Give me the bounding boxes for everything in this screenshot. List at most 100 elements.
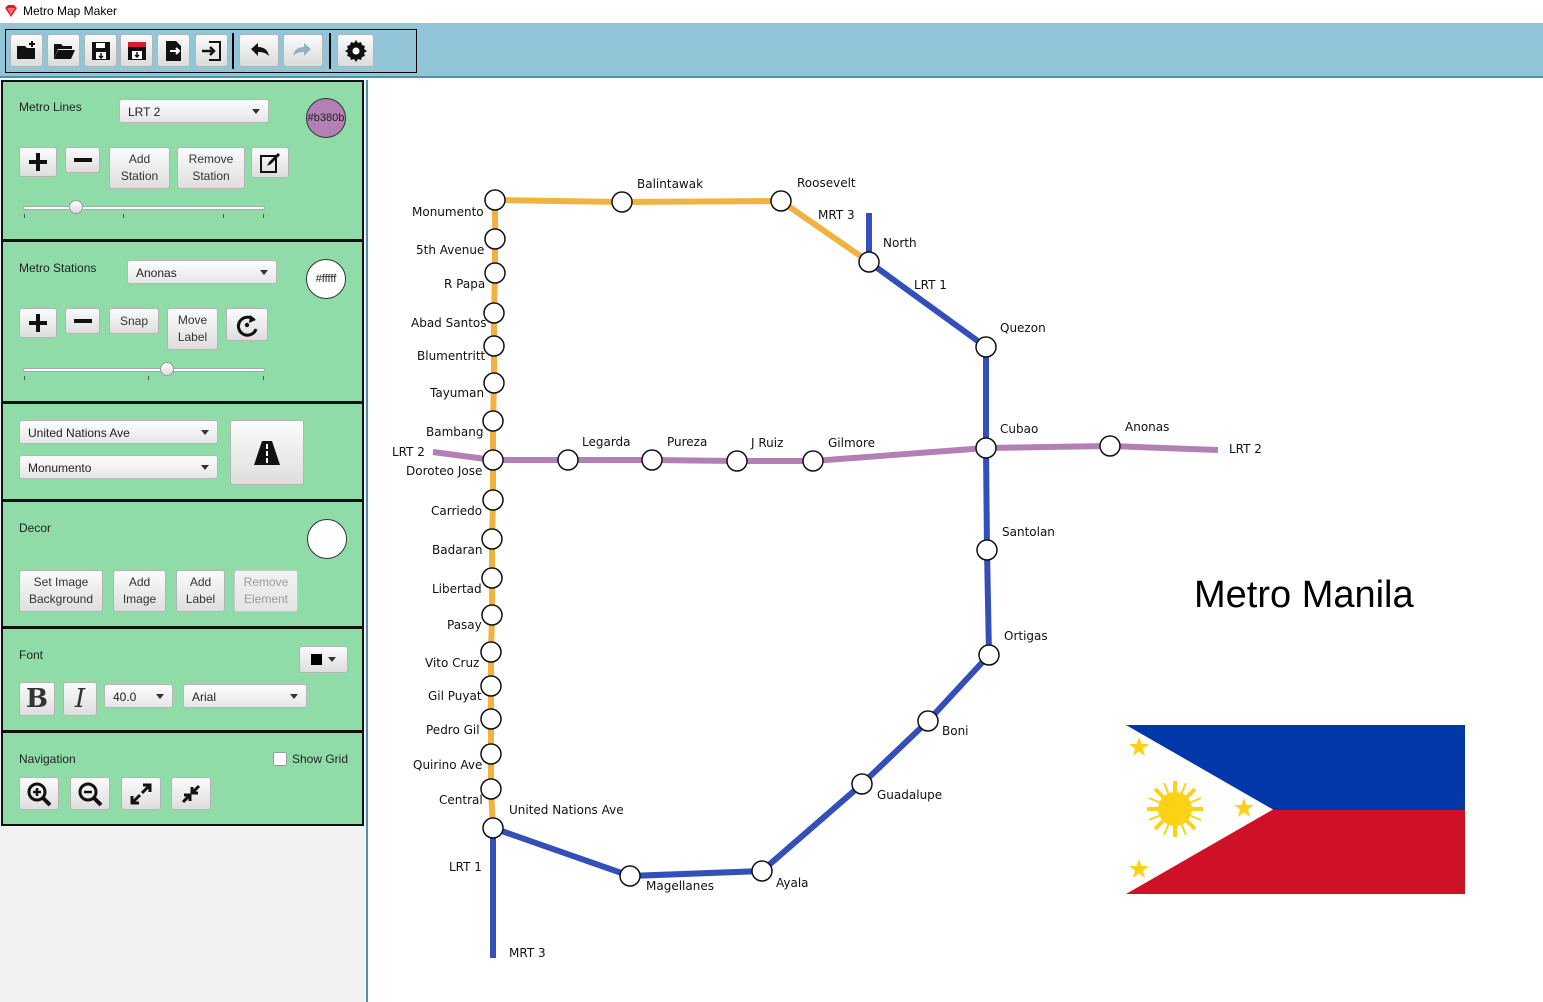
station-marker[interactable] (978, 644, 1000, 666)
station-marker[interactable] (482, 817, 504, 839)
add-line-button[interactable] (19, 147, 57, 177)
italic-button[interactable]: I (63, 682, 97, 716)
station-label[interactable]: Gilmore (828, 436, 875, 450)
export-button[interactable] (157, 34, 190, 67)
station-label[interactable]: Anonas (1125, 420, 1169, 434)
line-end-label[interactable]: LRT 2 (392, 445, 425, 459)
station-marker[interactable] (751, 860, 773, 882)
station-label[interactable]: Quirino Ave (413, 758, 482, 772)
station-marker[interactable] (641, 449, 663, 471)
line-color-picker[interactable]: #b380b (306, 98, 346, 138)
increase-map-size-button[interactable] (121, 777, 161, 810)
font-size-select[interactable]: 40.0 (104, 684, 173, 708)
undo-button[interactable] (239, 34, 279, 67)
move-label-button[interactable]: Move Label (167, 308, 218, 350)
station-marker[interactable] (975, 336, 997, 358)
station-marker[interactable] (480, 641, 502, 663)
station-label[interactable]: Balintawak (637, 177, 703, 191)
station-marker[interactable] (482, 489, 504, 511)
zoom-in-button[interactable] (19, 777, 59, 810)
station-label[interactable]: Doroteo Jose (406, 464, 482, 478)
remove-element-button[interactable]: Remove Element (234, 570, 298, 612)
station-marker[interactable] (1099, 435, 1121, 457)
map-canvas[interactable]: Monumento Balintawak Roosevelt North Que… (366, 80, 1543, 1002)
station-marker[interactable] (917, 710, 939, 732)
metro-station-select[interactable]: Anonas (127, 260, 277, 284)
station-marker[interactable] (557, 449, 579, 471)
station-marker[interactable] (858, 251, 880, 273)
station-marker[interactable] (975, 437, 997, 459)
station-label[interactable]: Tayuman (429, 386, 484, 400)
station-marker[interactable] (770, 190, 792, 212)
metro-line-select[interactable]: LRT 2 (119, 99, 269, 123)
slider-thumb[interactable] (68, 200, 83, 214)
save-as-button[interactable] (120, 34, 153, 67)
edit-line-button[interactable] (251, 147, 289, 178)
line-end-label[interactable]: LRT 1 (449, 860, 482, 874)
station-label[interactable]: Vito Cruz (425, 656, 479, 670)
station-label[interactable]: North (883, 236, 917, 250)
show-grid-checkbox[interactable] (273, 752, 287, 766)
station-label[interactable]: Pedro Gil (426, 723, 480, 737)
station-label[interactable]: Legarda (582, 435, 631, 449)
station-label[interactable]: Monumento (412, 205, 484, 219)
station-label[interactable]: United Nations Ave (509, 803, 624, 817)
station-marker[interactable] (482, 410, 504, 432)
station-marker[interactable] (481, 567, 503, 589)
station-label[interactable]: 5th Avenue (416, 243, 484, 257)
station-marker[interactable] (480, 743, 502, 765)
station-marker[interactable] (481, 604, 503, 626)
add-image-button[interactable]: Add Image (113, 570, 166, 612)
set-image-background-button[interactable]: Set Image Background (19, 570, 103, 612)
station-color-picker[interactable]: #fffff (306, 259, 346, 299)
station-marker[interactable] (480, 708, 502, 730)
slider-thumb[interactable] (159, 362, 174, 376)
font-family-select[interactable]: Arial (183, 684, 307, 708)
station-label[interactable]: Roosevelt (797, 176, 856, 190)
station-label[interactable]: Carriedo (431, 504, 482, 518)
station-label[interactable]: Cubao (1000, 422, 1038, 436)
station-label[interactable]: Ortigas (1004, 629, 1048, 643)
station-label[interactable]: Abad Santos (411, 316, 487, 330)
line-end-label[interactable]: MRT 3 (818, 208, 855, 222)
add-station-to-line-button[interactable]: Add Station (109, 147, 170, 189)
exit-button[interactable] (195, 34, 228, 67)
station-marker[interactable] (484, 228, 506, 250)
station-marker[interactable] (484, 189, 506, 211)
line-lrt1-path[interactable] (488, 200, 498, 829)
station-marker[interactable] (482, 449, 504, 471)
redo-button[interactable] (283, 34, 323, 67)
station-marker[interactable] (976, 539, 998, 561)
station-label[interactable]: Boni (942, 724, 969, 738)
new-map-button[interactable] (10, 34, 43, 67)
station-label[interactable]: Badaran (432, 543, 482, 557)
station-marker[interactable] (619, 865, 641, 887)
station-marker[interactable] (483, 372, 505, 394)
decrease-map-size-button[interactable] (171, 777, 211, 810)
line-thickness-slider[interactable] (23, 200, 265, 220)
zoom-out-button[interactable] (70, 777, 110, 810)
station-label[interactable]: Pureza (667, 435, 707, 449)
station-label[interactable]: Bambang (426, 425, 483, 439)
line-end-label[interactable]: LRT 1 (914, 278, 947, 292)
station-radius-slider[interactable] (23, 362, 265, 382)
remove-line-button[interactable] (65, 147, 100, 173)
font-color-picker[interactable] (299, 646, 348, 673)
station-label[interactable]: R Papa (444, 277, 485, 291)
station-marker[interactable] (484, 262, 506, 284)
line-end-label[interactable]: MRT 3 (509, 946, 546, 960)
station-marker[interactable] (481, 528, 503, 550)
station-label[interactable]: Guadalupe (877, 788, 942, 802)
station-label[interactable]: Blumentritt (417, 349, 486, 363)
add-label-button[interactable]: Add Label (176, 570, 225, 612)
save-map-button[interactable] (84, 34, 117, 67)
map-title-label[interactable]: Metro Manila (1194, 574, 1414, 617)
station-label[interactable]: Magellanes (646, 879, 714, 893)
bold-button[interactable]: B (19, 682, 55, 716)
station-label[interactable]: J Ruiz (750, 436, 783, 450)
station-marker[interactable] (483, 302, 505, 324)
station-label[interactable]: Santolan (1002, 525, 1055, 539)
station-label[interactable]: Central (439, 793, 483, 807)
station-label[interactable]: Ayala (776, 876, 809, 890)
station-label[interactable]: Pasay (447, 618, 482, 632)
